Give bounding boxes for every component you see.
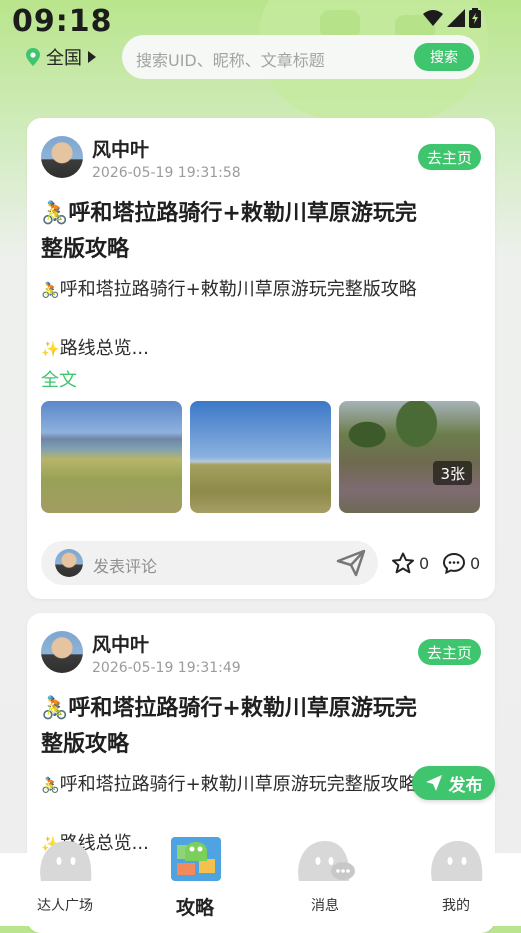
- like-count: 0: [419, 553, 430, 573]
- post-time: 2026-05-19 19:31:58: [92, 165, 241, 181]
- ghost-mascot-icon: [40, 841, 92, 881]
- status-bar: 09:18: [0, 0, 521, 40]
- tab-label: 消息: [311, 898, 339, 914]
- post-title[interactable]: 🚴呼和塔拉路骑行+敕勒川草原游玩完 整版攻略: [41, 691, 481, 763]
- publish-label: 发布: [448, 775, 483, 796]
- tab-label: 我的: [442, 898, 470, 914]
- cyclist-icon: 🚴: [41, 201, 69, 226]
- author-name[interactable]: 风中叶: [92, 630, 149, 657]
- avatar[interactable]: [41, 631, 83, 673]
- caret-right-icon: [88, 51, 96, 63]
- go-home-button[interactable]: 去主页: [417, 144, 481, 170]
- battery-icon: [469, 8, 481, 28]
- comment-stat[interactable]: 0: [442, 552, 480, 574]
- publish-button[interactable]: 发布: [412, 766, 495, 800]
- map-mascot-icon: [171, 837, 221, 881]
- cyclist-icon: 🚴: [41, 281, 60, 299]
- post-title[interactable]: 🚴呼和塔拉路骑行+敕勒川草原游玩完 整版攻略: [41, 196, 481, 268]
- comment-count: 0: [470, 553, 481, 573]
- tab-guides[interactable]: 攻略: [130, 837, 260, 926]
- system-icons: [423, 8, 481, 28]
- post-photo[interactable]: [41, 401, 182, 513]
- avatar: [55, 549, 83, 577]
- profile-mascot-icon: [431, 841, 483, 881]
- author-name[interactable]: 风中叶: [92, 135, 149, 162]
- tab-label: 达人广场: [37, 898, 93, 914]
- region-selector[interactable]: 全国: [26, 44, 96, 70]
- tab-label: 攻略: [175, 897, 214, 919]
- post-title-line1: 呼和塔拉路骑行+敕勒川草原游玩完: [68, 696, 417, 721]
- post-photo[interactable]: 3张: [339, 401, 480, 513]
- location-pin-icon: [26, 48, 40, 66]
- excerpt-line1: 呼和塔拉路骑行+敕勒川草原游玩完整版攻略: [59, 279, 417, 300]
- star-icon: [392, 552, 414, 574]
- full-text-link[interactable]: 全文: [41, 366, 77, 392]
- post-title-line2: 整版攻略: [41, 237, 130, 262]
- bottom-tab-bar: 达人广场 攻略 消息 我的: [0, 837, 521, 926]
- chat-bubble-icon: [442, 552, 466, 574]
- signal-icon: [447, 9, 465, 27]
- post-title-line1: 呼和塔拉路骑行+敕勒川草原游玩完: [68, 201, 417, 226]
- comment-placeholder: 发表评论: [93, 557, 158, 576]
- post-excerpt: 🚴呼和塔拉路骑行+敕勒川草原游玩完整版攻略: [41, 278, 481, 302]
- avatar[interactable]: [41, 136, 83, 178]
- send-icon[interactable]: [336, 549, 366, 577]
- excerpt-line2: 路线总览...: [59, 338, 149, 359]
- post-title-line2: 整版攻略: [41, 732, 130, 757]
- photo-count-badge: 3张: [433, 461, 472, 485]
- go-home-button[interactable]: 去主页: [417, 639, 481, 665]
- tab-messages[interactable]: 消息: [260, 841, 390, 926]
- paper-plane-icon: [425, 775, 442, 791]
- cyclist-icon: 🚴: [41, 696, 69, 721]
- message-mascot-icon: [298, 841, 355, 881]
- post-time: 2026-05-19 19:31:49: [92, 660, 241, 676]
- search-input[interactable]: 搜索UID、昵称、文章标题: [136, 47, 325, 71]
- region-label: 全国: [46, 48, 82, 69]
- search-button[interactable]: 搜索: [414, 43, 474, 71]
- comment-input[interactable]: 发表评论: [41, 541, 378, 585]
- cyclist-icon: 🚴: [41, 776, 60, 794]
- status-time: 09:18: [12, 4, 113, 39]
- post-photo[interactable]: [190, 401, 331, 513]
- wifi-icon: [423, 10, 443, 26]
- tab-profile[interactable]: 我的: [391, 841, 521, 926]
- post-card[interactable]: 风中叶 2026-05-19 19:31:58 去主页 🚴呼和塔拉路骑行+敕勒川…: [27, 118, 495, 599]
- search-bar[interactable]: 搜索UID、昵称、文章标题 搜索: [122, 35, 480, 79]
- post-excerpt: ✨路线总览...: [41, 337, 481, 361]
- like-stat[interactable]: 0: [391, 552, 429, 574]
- excerpt-line1: 呼和塔拉路骑行+敕勒川草原游玩完整版攻略: [59, 774, 417, 795]
- tab-experts[interactable]: 达人广场: [0, 841, 130, 926]
- sparkle-icon: ✨: [41, 340, 60, 358]
